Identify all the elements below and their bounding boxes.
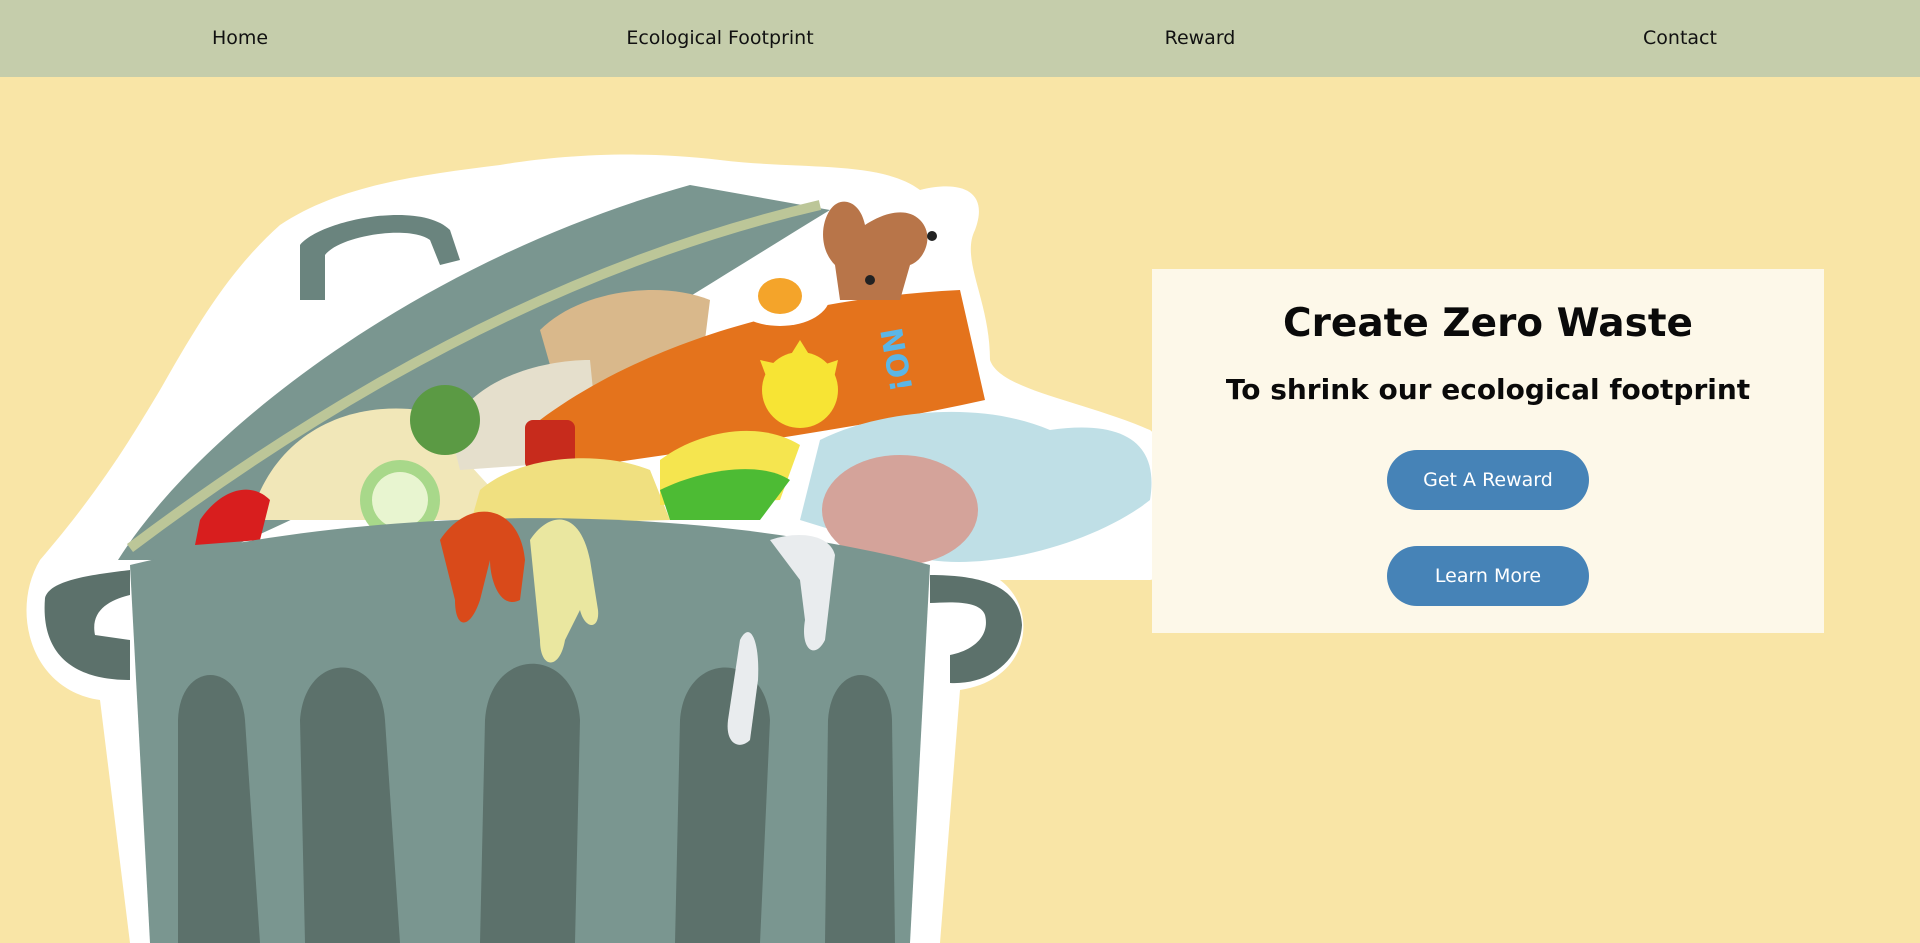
hero-card: Create Zero Waste To shrink our ecologic… bbox=[1152, 269, 1824, 633]
hero-title: Create Zero Waste bbox=[1283, 301, 1693, 346]
nav-link-ecological-footprint[interactable]: Ecological Footprint bbox=[480, 0, 960, 77]
overflowing-trash-can-illustration: NO! bbox=[26, 154, 1192, 943]
hero-subtitle: To shrink our ecological footprint bbox=[1225, 373, 1751, 406]
nav-link-reward[interactable]: Reward bbox=[960, 0, 1440, 77]
nav-link-contact[interactable]: Contact bbox=[1440, 0, 1920, 77]
nav-link-home[interactable]: Home bbox=[0, 0, 480, 77]
get-a-reward-button[interactable]: Get A Reward bbox=[1387, 450, 1589, 510]
learn-more-button[interactable]: Learn More bbox=[1387, 546, 1589, 606]
trash-can-body bbox=[44, 511, 1022, 943]
top-navigation-bar: Home Ecological Footprint Reward Contact bbox=[0, 0, 1920, 77]
